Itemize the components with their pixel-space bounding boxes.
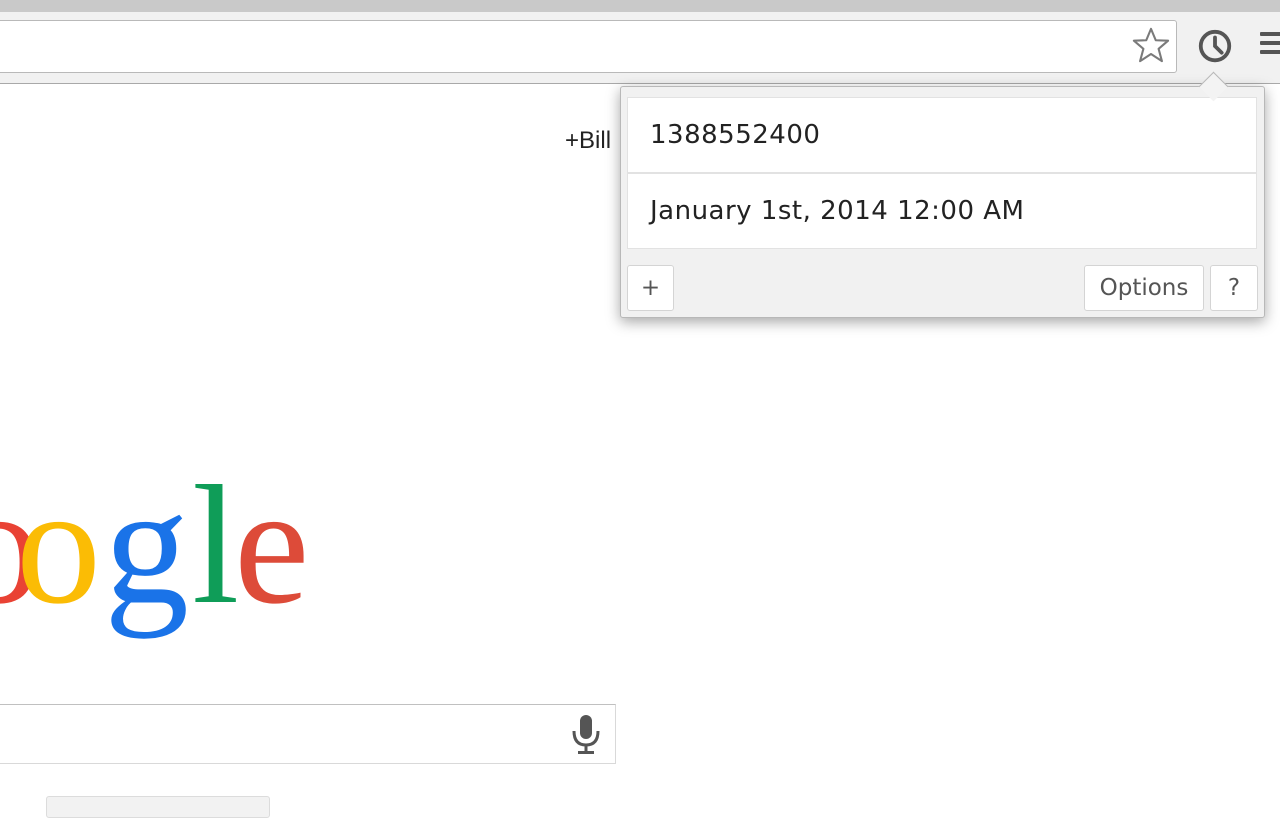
search-button[interactable] [46, 796, 270, 818]
address-bar[interactable] [0, 20, 1177, 73]
browser-toolbar [0, 0, 1280, 84]
search-input[interactable] [9, 715, 553, 755]
logo-letter-l: l [192, 456, 239, 639]
date-field[interactable]: January 1st, 2014 12:00 AM [627, 173, 1257, 249]
search-box[interactable] [0, 704, 616, 764]
help-button[interactable]: ? [1210, 265, 1258, 311]
clock-icon[interactable] [1196, 28, 1234, 66]
logo-letter-e: e [234, 456, 309, 639]
options-button[interactable]: Options [1084, 265, 1204, 311]
hamburger-menu-icon[interactable] [1260, 32, 1280, 62]
add-button[interactable]: + [627, 265, 674, 311]
timestamp-field[interactable]: 1388552400 [627, 97, 1257, 173]
star-icon[interactable] [1132, 26, 1170, 64]
microphone-icon[interactable] [568, 713, 604, 755]
logo-letter-g: g [104, 456, 189, 639]
account-link[interactable]: +Bill [565, 127, 611, 155]
timestamp-popup: 1388552400 January 1st, 2014 12:00 AM + … [620, 86, 1265, 318]
logo-letter-o2: o [16, 456, 101, 639]
address-input[interactable] [7, 29, 1111, 65]
google-logo: o o g l e [0, 456, 309, 639]
